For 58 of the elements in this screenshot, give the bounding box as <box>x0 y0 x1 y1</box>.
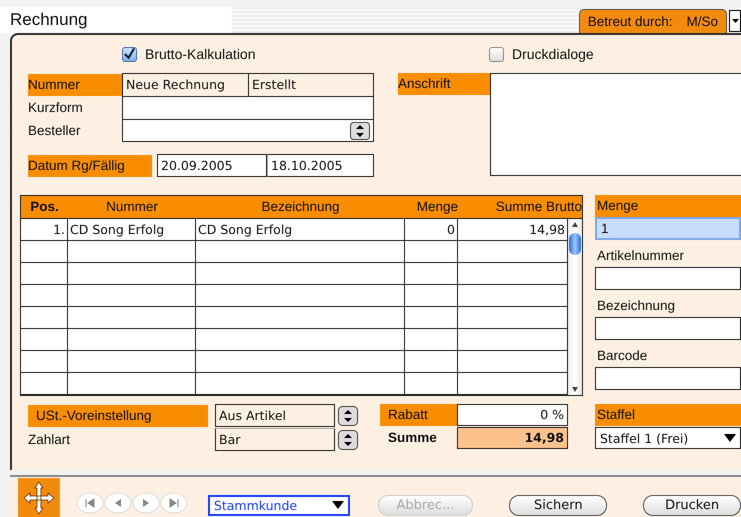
field-label: Nummer <box>28 74 122 96</box>
input-field[interactable] <box>595 267 741 290</box>
dropdown-arrow-icon[interactable] <box>332 501 344 509</box>
field-label: Artikelnummer <box>596 247 686 265</box>
short-form-field[interactable] <box>122 96 374 119</box>
action-button[interactable]: Drucken <box>643 494 741 516</box>
field-label: Staffel <box>595 404 741 426</box>
column-header: Summe Brutto <box>494 198 582 216</box>
customer-type-dropdown[interactable]: Stammkunde <box>208 494 350 516</box>
checkbox[interactable] <box>489 46 504 62</box>
dropdown-arrow-icon[interactable] <box>724 434 736 442</box>
date-field[interactable]: 20.09.2005 <box>157 154 267 177</box>
field-label: Zahlart <box>28 430 72 448</box>
column-header: Pos. <box>29 198 60 216</box>
select-field[interactable]: Aus Artikel <box>215 404 335 427</box>
stepper-button[interactable] <box>350 122 370 140</box>
field-label: Summe <box>387 429 438 447</box>
column-header: Menge <box>416 198 458 216</box>
assigned-tab[interactable]: Betreut durch: M/So <box>578 9 727 33</box>
select-field[interactable]: Bar <box>215 428 335 451</box>
window-title: Rechnung <box>0 7 232 33</box>
total-field: 14,98 <box>457 427 568 449</box>
column-header: Nummer <box>105 198 159 216</box>
action-button[interactable]: Sichern <box>509 494 608 516</box>
checkbox-label: Brutto-Kalkulation <box>145 46 256 62</box>
field-label: Bezeichnung <box>596 297 676 315</box>
table-cell: CD Song Erfolg <box>196 219 405 240</box>
field-label: USt.-Voreinstellung <box>28 404 208 426</box>
navigation-button[interactable] <box>132 492 160 514</box>
input-field[interactable]: 1 <box>595 217 741 240</box>
tier-dropdown[interactable]: Staffel 1 (Frei) <box>595 427 741 449</box>
stepper-button[interactable] <box>338 430 358 450</box>
scrollbar[interactable] <box>568 219 582 395</box>
field-label: Anschrift <box>398 73 490 95</box>
discount-field[interactable]: 0 % <box>457 404 568 426</box>
field-label: Besteller <box>28 122 82 140</box>
address-field[interactable] <box>490 73 741 176</box>
app-logo-icon[interactable] <box>18 478 60 517</box>
input-field[interactable] <box>595 317 741 340</box>
column-header: Bezeichnung <box>260 198 341 216</box>
table-cell: 0 <box>405 219 458 240</box>
navigation-button[interactable] <box>76 492 104 514</box>
navigation-button[interactable] <box>104 492 132 514</box>
field-label: Kurzform <box>28 98 84 116</box>
checkbox[interactable] <box>122 46 137 62</box>
date-field[interactable]: 18.10.2005 <box>267 154 374 177</box>
stepper-button[interactable] <box>338 406 358 426</box>
field-label: Datum Rg/Fällig <box>28 154 152 176</box>
field-label: Menge <box>595 195 741 217</box>
field-label: Barcode <box>596 347 648 365</box>
input-field[interactable] <box>595 367 741 390</box>
orderer-field[interactable] <box>122 119 374 142</box>
table-cell: CD Song Erfolg <box>68 219 196 240</box>
checkbox-label: Druckdialoge <box>512 46 594 62</box>
field-label: Rabatt <box>380 404 457 426</box>
scroll-thumb[interactable] <box>569 233 581 255</box>
table-cell: 1. <box>21 219 68 240</box>
navigation-button[interactable] <box>160 492 188 514</box>
